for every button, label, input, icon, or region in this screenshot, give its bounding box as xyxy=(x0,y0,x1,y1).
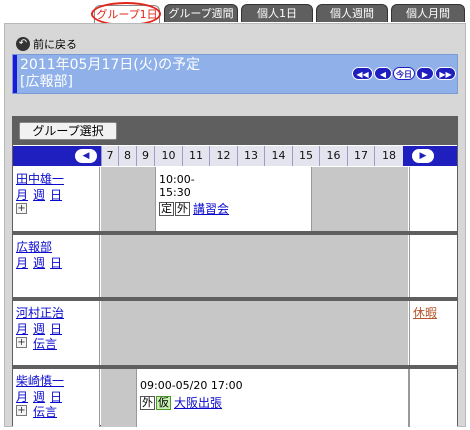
outside-badge: 外 xyxy=(140,395,155,410)
add-schedule-icon[interactable]: + xyxy=(16,405,27,416)
group-select-button[interactable]: グループ選択 xyxy=(19,122,117,140)
tab-personal-day[interactable]: 個人1日 xyxy=(241,4,313,22)
hour-cell: 7 xyxy=(101,146,118,166)
prev-week-button[interactable]: ◀◀ xyxy=(352,67,373,80)
member-cell: 田中雄一 月 週 日 + xyxy=(13,167,100,231)
month-link[interactable]: 月 xyxy=(16,388,28,405)
hour-cell: 10 xyxy=(154,146,182,166)
back-arrow-icon: ↶ xyxy=(16,37,30,51)
month-link[interactable]: 月 xyxy=(16,186,28,203)
title-marker xyxy=(13,55,17,93)
member-name[interactable]: 広報部 xyxy=(16,238,52,255)
hour-cell: 15 xyxy=(292,146,319,166)
hour-cell: 13 xyxy=(237,146,264,166)
add-schedule-icon[interactable]: + xyxy=(16,203,27,214)
member-cell: 河村正治 月 週 日 + 伝言 xyxy=(13,301,100,365)
event-time: 09:00-05/20 17:00 xyxy=(140,379,243,392)
add-schedule-icon[interactable]: + xyxy=(16,337,27,348)
day-link[interactable]: 日 xyxy=(50,186,62,203)
schedule-title-bar: 2011年05月17日(火)の予定 [広報部] ◀◀ ◀ 今日 ▶ ▶▶ xyxy=(12,54,458,94)
back-label: 前に戻る xyxy=(33,38,77,51)
event-time-end: 15:30 xyxy=(159,186,191,199)
today-button[interactable]: 今日 xyxy=(393,67,415,80)
member-cell: 柴崎慎一 月 週 日 + 伝言 xyxy=(13,369,100,427)
regular-badge: 定 xyxy=(159,201,174,216)
hour-cell: 11 xyxy=(182,146,209,166)
timeline-busy xyxy=(101,301,408,365)
next-day-button[interactable]: ▶ xyxy=(416,67,434,80)
tab-personal-month[interactable]: 個人月間 xyxy=(391,4,465,22)
member-links: 月 週 日 xyxy=(16,254,62,271)
tab-personal-week[interactable]: 個人週間 xyxy=(316,4,388,22)
hour-next-icon[interactable]: ▶ xyxy=(412,149,434,163)
back-link[interactable]: ↶ 前に戻る xyxy=(16,36,77,52)
event-title[interactable]: 講習会 xyxy=(193,200,229,217)
outside-badge: 外 xyxy=(175,201,190,216)
memo-link[interactable]: 伝言 xyxy=(33,403,57,420)
member-cell: 広報部 月 週 日 xyxy=(13,235,100,297)
member-row: 河村正治 月 週 日 + 伝言 休暇 xyxy=(13,301,457,365)
prev-day-button[interactable]: ◀ xyxy=(374,67,392,80)
allday-cell xyxy=(409,167,457,231)
allday-cell xyxy=(409,369,457,427)
allday-cell: 休暇 xyxy=(409,301,457,365)
holiday-label[interactable]: 休暇 xyxy=(413,304,437,321)
group-name-title: [広報部] xyxy=(20,74,73,90)
month-link[interactable]: 月 xyxy=(16,254,28,271)
hour-cell: 18 xyxy=(374,146,403,166)
member-name[interactable]: 柴崎慎一 xyxy=(16,372,64,389)
event-line: 定 外 講習会 xyxy=(159,200,229,217)
page-title: 2011年05月17日(火)の予定 xyxy=(20,57,201,73)
panel-header: グループ選択 xyxy=(13,117,457,145)
month-link[interactable]: 月 xyxy=(16,320,28,337)
date-nav: ◀◀ ◀ 今日 ▶ ▶▶ xyxy=(352,67,456,80)
hour-prev-icon[interactable]: ◀ xyxy=(75,149,97,163)
hour-cell: 12 xyxy=(209,146,237,166)
event-line: 外 仮 大阪出張 xyxy=(140,394,222,411)
tentative-badge: 仮 xyxy=(156,395,171,410)
member-name[interactable]: 河村正治 xyxy=(16,304,64,321)
allday-cell xyxy=(409,235,457,297)
event-time-start: 10:00- xyxy=(159,173,195,186)
member-row: 柴崎慎一 月 週 日 + 伝言 09:00-05/20 17:00 外 仮 大阪… xyxy=(13,369,457,427)
memo-link[interactable]: 伝言 xyxy=(33,335,57,352)
week-link[interactable]: 週 xyxy=(33,186,45,203)
member-name[interactable]: 田中雄一 xyxy=(16,170,64,187)
hour-cell: 17 xyxy=(347,146,374,166)
hour-cell: 9 xyxy=(136,146,154,166)
hour-cell: 16 xyxy=(319,146,347,166)
member-row: 田中雄一 月 週 日 + 10:00- 15:30 定 外 講習会 xyxy=(13,167,457,231)
event-cell: 10:00- 15:30 定 外 講習会 xyxy=(155,167,312,231)
tab-group-week[interactable]: グループ週間 xyxy=(164,4,238,22)
hour-cell: 14 xyxy=(264,146,292,166)
member-row: 広報部 月 週 日 xyxy=(13,235,457,297)
event-title[interactable]: 大阪出張 xyxy=(174,394,222,411)
group-schedule-panel: グループ選択 ◀ 7 8 9 10 11 12 13 14 15 16 17 1… xyxy=(12,116,458,427)
hour-header: ◀ 7 8 9 10 11 12 13 14 15 16 17 18 ▶ xyxy=(13,146,457,166)
timeline-busy xyxy=(101,235,408,297)
event-cell: 09:00-05/20 17:00 外 仮 大阪出張 xyxy=(136,369,409,427)
member-links: 月 週 日 xyxy=(16,186,62,203)
day-link[interactable]: 日 xyxy=(50,254,62,271)
hour-cell: 8 xyxy=(118,146,136,166)
next-week-button[interactable]: ▶▶ xyxy=(435,67,456,80)
week-link[interactable]: 週 xyxy=(33,254,45,271)
